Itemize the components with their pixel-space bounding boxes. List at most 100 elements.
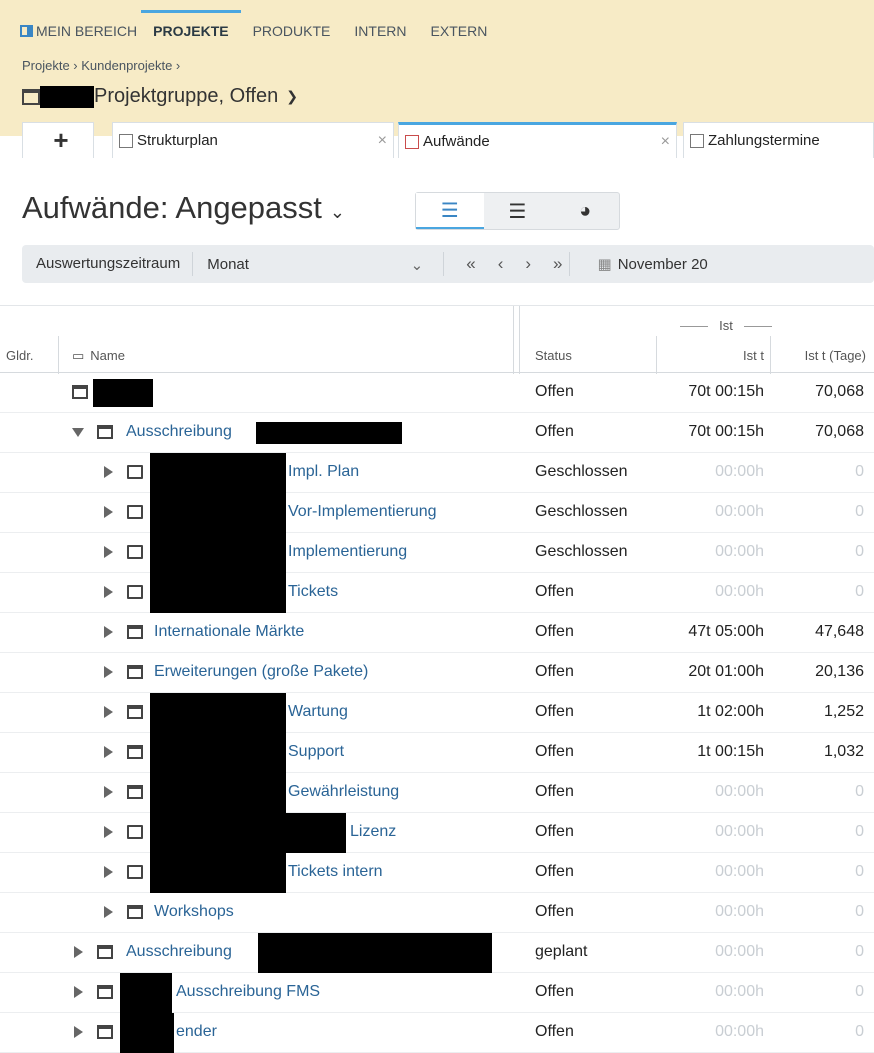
close-icon[interactable]: × xyxy=(661,133,670,151)
last-period-button[interactable]: » xyxy=(553,254,562,274)
tab-aufwaende[interactable]: Aufwände × xyxy=(398,122,677,158)
pane-splitter[interactable] xyxy=(513,306,520,374)
table-row[interactable]: Internationale Märkte Offen 47t 05:00h 4… xyxy=(0,613,874,653)
expand-toggle-icon[interactable] xyxy=(104,906,113,918)
period-select[interactable]: Monat ⌄ xyxy=(193,256,437,274)
row-link[interactable]: Gewährleistung xyxy=(288,783,399,801)
chevron-down-icon: ⌄ xyxy=(410,256,424,274)
table-row[interactable]: Ausschreibung Offen 70t 00:15h 70,068 xyxy=(0,413,874,453)
row-link[interactable]: Ausschreibung xyxy=(126,943,232,961)
table-row[interactable]: Wartung Offen 1t 02:00h 1,252 xyxy=(0,693,874,733)
redacted-block xyxy=(258,933,492,973)
row-link[interactable]: ender xyxy=(176,1023,217,1041)
redacted-block xyxy=(150,813,346,853)
expand-toggle-icon[interactable] xyxy=(104,786,113,798)
project-icon xyxy=(127,665,143,679)
expand-toggle-icon[interactable] xyxy=(104,706,113,718)
project-icon xyxy=(97,945,113,959)
page-title[interactable]: Aufwände: Angepasst ⌄ xyxy=(22,190,345,226)
row-link[interactable]: Ausschreibung FMS xyxy=(176,983,320,1001)
project-icon xyxy=(127,905,143,919)
group-title: Projektgruppe, Offen xyxy=(94,85,279,107)
column-ist-t[interactable]: Ist t xyxy=(660,348,764,363)
expand-toggle-icon[interactable] xyxy=(72,428,84,437)
column-status[interactable]: Status xyxy=(535,348,572,363)
expand-toggle-icon[interactable] xyxy=(104,626,113,638)
effort-grid: Gldr. ▭ Name Status Ist Ist t Ist t (Tage… xyxy=(0,305,874,1053)
table-row[interactable]: Impl. Plan Geschlossen 00:00h 0 xyxy=(0,453,874,493)
tree-view-button[interactable]: ☰ xyxy=(416,193,484,229)
row-link[interactable]: Tickets xyxy=(288,583,338,601)
project-icon xyxy=(127,785,143,799)
chevron-down-icon: ⌄ xyxy=(329,202,345,222)
expand-toggle-icon[interactable] xyxy=(104,586,113,598)
row-link[interactable]: Tickets intern xyxy=(288,863,383,881)
project-group-icon xyxy=(72,385,88,399)
table-row[interactable]: Offen 70t 00:15h 70,068 xyxy=(0,373,874,413)
row-link[interactable]: Implementierung xyxy=(288,543,407,561)
row-link[interactable]: Impl. Plan xyxy=(288,463,359,481)
expand-toggle-icon[interactable] xyxy=(74,946,83,958)
table-row[interactable]: Workshops Offen 00:00h 0 xyxy=(0,893,874,933)
row-link[interactable]: Vor-Implementierung xyxy=(288,503,437,521)
expand-toggle-icon[interactable] xyxy=(104,866,113,878)
expand-toggle-icon[interactable] xyxy=(104,546,113,558)
table-row[interactable]: Ausschreibung geplant 00:00h 0 xyxy=(0,933,874,973)
close-icon[interactable]: × xyxy=(378,132,387,150)
nav-projekte[interactable]: PROJEKTE xyxy=(141,10,242,40)
nav-mein-bereich[interactable]: MEIN BEREICH xyxy=(20,22,151,40)
column-group-ist: Ist xyxy=(676,318,776,333)
row-link[interactable]: Support xyxy=(288,743,344,761)
table-row[interactable]: ender Offen 00:00h 0 xyxy=(0,1013,874,1053)
redacted-block xyxy=(150,453,286,493)
redacted-block xyxy=(150,693,286,733)
breadcrumb[interactable]: Projekte › Kundenprojekte › xyxy=(22,58,180,73)
table-row[interactable]: Erweiterungen (große Pakete) Offen 20t 0… xyxy=(0,653,874,693)
first-period-button[interactable]: « xyxy=(466,254,475,274)
expand-toggle-icon[interactable] xyxy=(104,506,113,518)
expand-toggle-icon[interactable] xyxy=(104,826,113,838)
redacted-block xyxy=(93,379,153,407)
nav-produkte[interactable]: PRODUKTE xyxy=(243,22,345,40)
project-icon xyxy=(97,1025,113,1039)
expand-toggle-icon[interactable] xyxy=(104,466,113,478)
next-period-button[interactable]: › xyxy=(525,254,531,274)
row-link[interactable]: Ausschreibung xyxy=(126,423,232,441)
table-row[interactable]: Ausschreibung FMS Offen 00:00h 0 xyxy=(0,973,874,1013)
row-link[interactable]: Erweiterungen (große Pakete) xyxy=(154,663,368,681)
header: MEIN BEREICH PROJEKTE PRODUKTE INTERN EX… xyxy=(0,0,874,158)
chart-view-button[interactable]: ◕ xyxy=(551,193,619,229)
column-ist-tage[interactable]: Ist t (Tage) xyxy=(776,348,866,363)
table-row[interactable]: Gewährleistung Offen 00:00h 0 xyxy=(0,773,874,813)
table-row[interactable]: Lizenz Offen 00:00h 0 xyxy=(0,813,874,853)
filter-bar: Auswertungszeitraum Monat ⌄ « ‹ › » ▦ Nove… xyxy=(22,245,874,283)
table-row[interactable]: Tickets intern Offen 00:00h 0 xyxy=(0,853,874,893)
row-link[interactable]: Wartung xyxy=(288,703,348,721)
column-gldr[interactable]: Gldr. xyxy=(6,348,33,363)
tab-zahlungstermine[interactable]: Zahlungstermine xyxy=(683,122,874,158)
project-icon xyxy=(127,745,143,759)
folder-icon xyxy=(127,505,143,519)
prev-period-button[interactable]: ‹ xyxy=(498,254,504,274)
redacted-block xyxy=(150,853,286,893)
column-name[interactable]: ▭ Name xyxy=(72,348,125,364)
expand-toggle-icon[interactable] xyxy=(104,666,113,678)
table-row[interactable]: Support Offen 1t 00:15h 1,032 xyxy=(0,733,874,773)
date-picker[interactable]: ▦ November 20 xyxy=(598,255,708,273)
row-link[interactable]: Internationale Märkte xyxy=(154,623,304,641)
table-row[interactable]: Implementierung Geschlossen 00:00h 0 xyxy=(0,533,874,573)
table-row[interactable]: Tickets Offen 00:00h 0 xyxy=(0,573,874,613)
list-view-button[interactable]: ☰ xyxy=(484,193,552,229)
nav-intern[interactable]: INTERN xyxy=(344,22,420,40)
expand-toggle-icon[interactable] xyxy=(74,1026,83,1038)
expand-toggle-icon[interactable] xyxy=(104,746,113,758)
row-link[interactable]: Lizenz xyxy=(350,823,396,841)
add-tab-button[interactable]: + xyxy=(22,122,94,158)
expand-toggle-icon[interactable] xyxy=(74,986,83,998)
nav-extern[interactable]: EXTERN xyxy=(421,22,502,40)
tab-strukturplan[interactable]: Strukturplan × xyxy=(112,122,394,158)
table-row[interactable]: Vor-Implementierung Geschlossen 00:00h 0 xyxy=(0,493,874,533)
dashboard-icon xyxy=(20,25,33,37)
row-link[interactable]: Workshops xyxy=(154,903,234,921)
group-selector[interactable]: Projektgruppe, Offen ❯ xyxy=(22,85,298,108)
